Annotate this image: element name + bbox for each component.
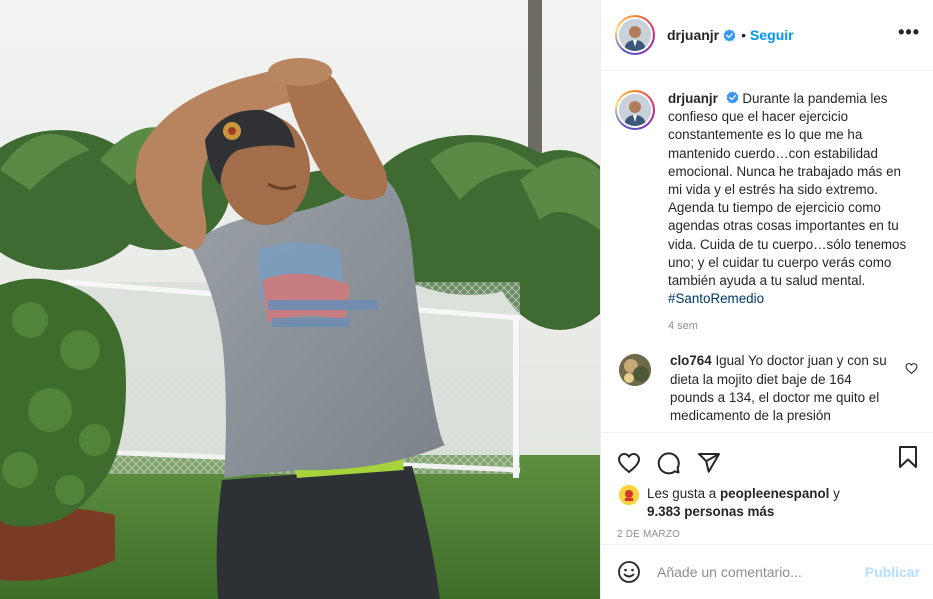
verified-badge-icon [726, 91, 738, 104]
follow-button[interactable]: Seguir [750, 27, 794, 43]
post-actions: Les gusta a peopleenespanol y 9.383 pers… [601, 432, 933, 544]
likes-others-link[interactable]: 9.383 personas más [647, 504, 774, 519]
comment-item: clo764 Igual Yo doctor juan y con su die… [615, 352, 918, 425]
paper-plane-icon[interactable] [697, 451, 721, 475]
likes-conjunction: y [833, 486, 840, 501]
likes-prefix: Les gusta a [647, 486, 717, 501]
author-avatar[interactable] [615, 15, 655, 55]
author-username[interactable]: drjuanjr [667, 27, 719, 43]
more-options-icon[interactable]: ••• [898, 22, 920, 42]
caption-author-avatar[interactable] [615, 90, 655, 130]
commenter-avatar[interactable] [619, 354, 651, 387]
caption-timestamp[interactable]: 4 sem [668, 320, 918, 332]
caption-body: Durante la pandemia les confieso que el … [668, 91, 907, 289]
likes-text: Les gusta a peopleenespanol y 9.383 pers… [647, 485, 840, 521]
post-photo[interactable] [0, 0, 600, 599]
header-separator: • [741, 27, 747, 43]
likes-summary: Les gusta a peopleenespanol y 9.383 pers… [601, 483, 933, 521]
caption-hashtag-link[interactable]: #SantoRemedio [668, 291, 764, 306]
comments-list[interactable]: drjuanjr Durante la pandemia les confies… [601, 72, 933, 432]
heart-icon[interactable] [617, 451, 641, 475]
caption-text: drjuanjr Durante la pandemia les confies… [668, 90, 913, 308]
liker-username[interactable]: peopleenespanol [720, 486, 829, 501]
comment-bubble-icon[interactable] [657, 451, 681, 475]
commenter-username[interactable]: clo764 [670, 353, 712, 368]
action-icons [601, 433, 933, 483]
caption-username[interactable]: drjuanjr [668, 91, 718, 106]
emoji-icon[interactable] [617, 560, 641, 584]
add-comment-bar: Publicar [601, 544, 933, 599]
liker-avatar[interactable] [619, 485, 639, 505]
bookmark-icon[interactable] [896, 445, 920, 469]
comment-input[interactable] [657, 564, 865, 580]
comment-text: clo764 Igual Yo doctor juan y con su die… [670, 352, 895, 425]
comment-like-heart-icon[interactable] [905, 362, 918, 375]
post-header: drjuanjr • Seguir ••• [601, 0, 933, 71]
publish-button[interactable]: Publicar [865, 564, 920, 580]
verified-badge-icon [723, 28, 736, 42]
caption: drjuanjr Durante la pandemia les confies… [615, 90, 918, 308]
post-details-panel: drjuanjr • Seguir ••• drjuanjr Durante l… [600, 0, 933, 599]
post-image [0, 0, 600, 599]
post-date[interactable]: 2 DE MARZO [601, 521, 933, 540]
